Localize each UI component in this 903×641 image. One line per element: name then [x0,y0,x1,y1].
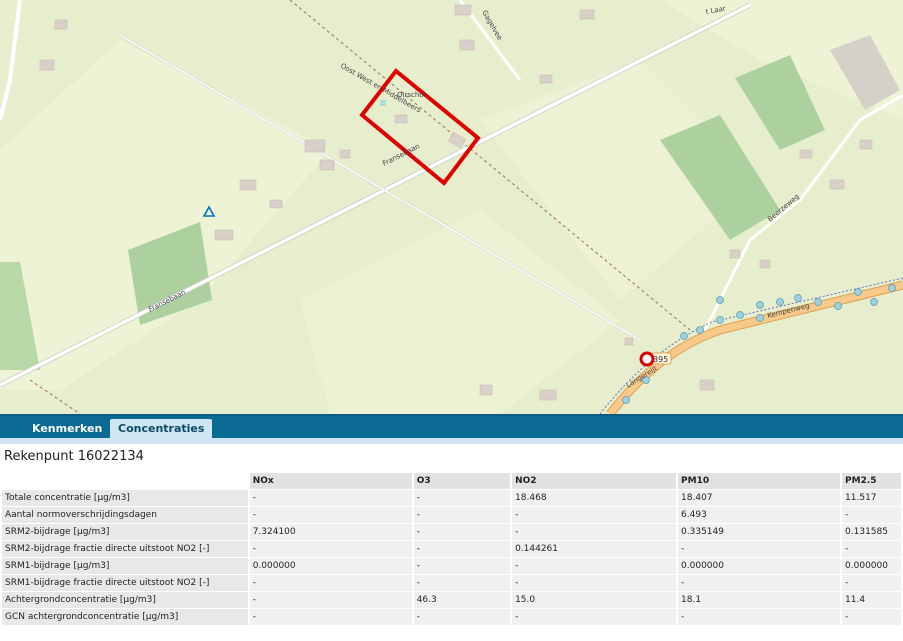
table-cell: - [678,609,841,625]
table-cell: - [413,541,511,557]
table-cell: - [842,609,901,625]
route-number: 395 [653,355,668,364]
column-header-o3: O3 [413,473,511,489]
concentration-table: NOx O3 NO2 PM10 PM2.5 Totale concentrati… [0,472,903,626]
rekenpunt-marker-icon[interactable] [639,351,655,367]
tab-underline [0,438,903,444]
table-cell: - [678,575,841,591]
table-cell: - [678,541,841,557]
table-cell: 18.407 [678,490,841,506]
table-cell: - [249,592,412,608]
table-cell: 11.517 [842,490,901,506]
table-cell: - [413,524,511,540]
row-label: SRM2-bijdrage [µg/m3] [2,524,248,540]
table-row: SRM2-bijdrage fractie directe uitstoot N… [2,541,901,557]
table-cell: 18.468 [512,490,677,506]
table-cell: 18.1 [678,592,841,608]
row-label: SRM1-bijdrage [µg/m3] [2,558,248,574]
map-canvas[interactable]: Fransebaan Fransebaan Langereijt Kempenw… [0,0,903,414]
table-cell: 0.000000 [842,558,901,574]
map-field [300,210,620,414]
table-cell: - [842,541,901,557]
map-view[interactable]: Fransebaan Fransebaan Langereijt Kempenw… [0,0,903,414]
road-label: Gagelvee [480,9,504,42]
column-header-nox: NOx [249,473,412,489]
tab-concentraties[interactable]: Concentraties [110,419,213,440]
table-cell: 46.3 [413,592,511,608]
table-cell: - [249,490,412,506]
tab-kenmerken[interactable]: Kenmerken [24,419,110,438]
table-row: SRM1-bijdrage [µg/m3] 0.000000- -0.000000 0… [2,558,901,574]
table-cell: - [512,558,677,574]
row-label: SRM1-bijdrage fractie directe uitstoot N… [2,575,248,591]
column-header-no2: NO2 [512,473,677,489]
table-row: SRM1-bijdrage fractie directe uitstoot N… [2,575,901,591]
table-cell: - [512,609,677,625]
road-label: Oirschot [397,91,427,99]
table-row: SRM2-bijdrage [µg/m3] 7.324100- -0.335149 0… [2,524,901,540]
row-label: GCN achtergrondconcentratie [µg/m3] [2,609,248,625]
table-cell: 0.144261 [512,541,677,557]
column-header-pm25: PM2.5 [842,473,901,489]
table-cell: 0.000000 [249,558,412,574]
table-cell: 15.0 [512,592,677,608]
table-cell: - [249,507,412,523]
table-cell: - [512,507,677,523]
road-label: Oost West en Middelbeers [339,62,423,115]
table-cell: - [512,524,677,540]
table-cell: - [413,609,511,625]
table-cell: - [842,507,901,523]
table-cell: - [413,507,511,523]
table-row: GCN achtergrondconcentratie [µg/m3] - - - - - [2,609,901,625]
table-cell: 7.324100 [249,524,412,540]
row-label: Totale concentratie [µg/m3] [2,490,248,506]
table-row: Totale concentratie [µg/m3] - -18.468 18.40… [2,490,901,506]
table-cell: - [413,575,511,591]
road-label: Langereijt [625,364,659,389]
table-cell: 6.493 [678,507,841,523]
table-cell: - [413,558,511,574]
road-west [0,0,22,121]
table-cell: 0.131585 [842,524,901,540]
table-header-row: NOx O3 NO2 PM10 PM2.5 [2,473,901,489]
table-cell: 0.000000 [678,558,841,574]
measurement-points[interactable] [622,284,896,404]
table-cell: - [249,609,412,625]
row-label: Aantal normoverschrijdingsdagen [2,507,248,523]
table-cell: 0.335149 [678,524,841,540]
table-cell: - [249,575,412,591]
column-header-pm10: PM10 [678,473,841,489]
table-row: Achtergrondconcentratie [µg/m3] -46.3 15.0… [2,592,901,608]
table-row: Aantal normoverschrijdingsdagen - - -6.493- [2,507,901,523]
row-label: SRM2-bijdrage fractie directe uitstoot N… [2,541,248,557]
table-cell: - [842,575,901,591]
water-icon [380,100,386,106]
table-cell: - [413,490,511,506]
table-cell: - [512,575,677,591]
table-cell: - [249,541,412,557]
header-blank [2,473,248,489]
rekenpunt-title: Rekenpunt 16022134 [4,449,144,464]
row-label: Achtergrondconcentratie [µg/m3] [2,592,248,608]
tab-bar: Kenmerken Concentraties [0,414,903,440]
table-cell: 11.4 [842,592,901,608]
map-field [0,40,330,390]
